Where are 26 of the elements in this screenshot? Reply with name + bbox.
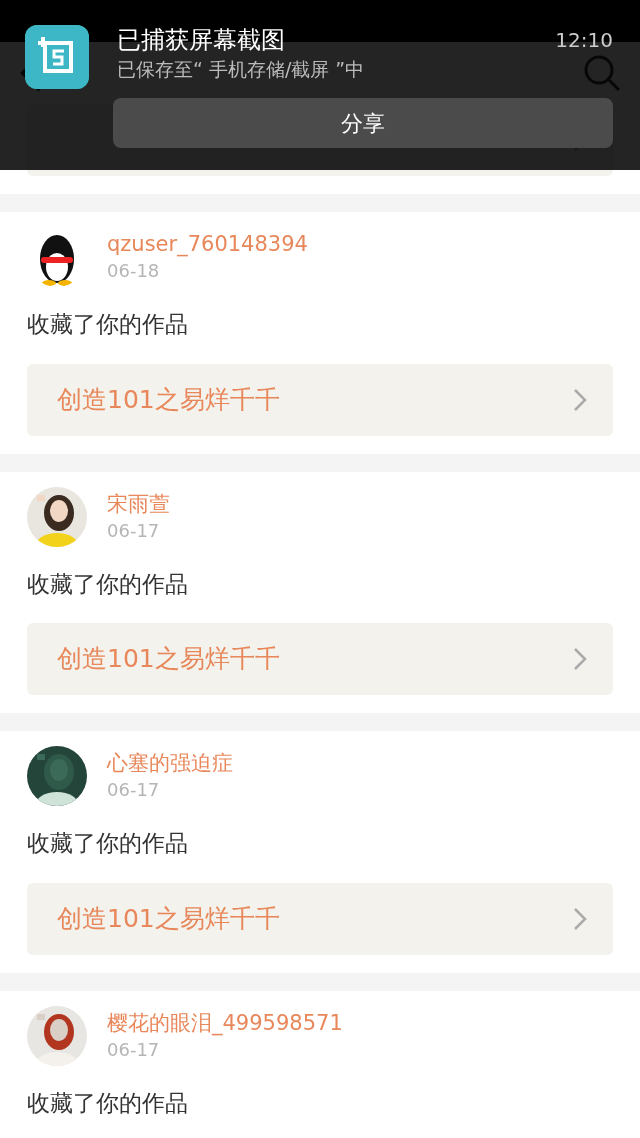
action-text: 收藏了你的作品: [27, 310, 189, 339]
chevron-icon: [573, 906, 587, 931]
link-card[interactable]: 创造101之易烊千千: [27, 882, 613, 955]
link-title: 创造101之易烊千千: [57, 643, 280, 676]
screenshot-icon: [25, 25, 89, 89]
link-card[interactable]: 创造101之易烊千千: [27, 363, 613, 436]
date-label: 06-17: [107, 518, 161, 543]
notification-title: 已捕获屏幕截图: [117, 25, 286, 55]
action-text: 收藏了你的作品: [27, 829, 189, 858]
link-title: 创造101之易烊千千: [57, 902, 280, 935]
link-title: 创造101之易烊千千: [57, 383, 280, 416]
action-text: 收藏了你的作品: [27, 1088, 189, 1118]
time-label: 12:10: [555, 27, 613, 54]
user-name[interactable]: 宋雨萱: [107, 489, 170, 518]
notification-text: 已保存至“ 手机存储/截屏 ”中: [117, 57, 366, 82]
link-card[interactable]: 创造101之易烊千千: [27, 623, 613, 695]
user-name[interactable]: 樱花的眼泪_499598571: [107, 1008, 343, 1037]
chevron-icon: [573, 387, 587, 412]
action-text: 收藏了你的作品: [27, 569, 189, 599]
share-button[interactable]: 分享: [113, 98, 613, 148]
user-name[interactable]: 心塞的强迫症: [107, 749, 233, 777]
date-label: 06-17: [107, 1037, 161, 1062]
user-name[interactable]: qzuser_760148394: [107, 230, 308, 258]
chevron-icon: [573, 647, 587, 671]
date-label: 06-18: [107, 259, 161, 283]
date-label: 06-17: [107, 778, 161, 802]
